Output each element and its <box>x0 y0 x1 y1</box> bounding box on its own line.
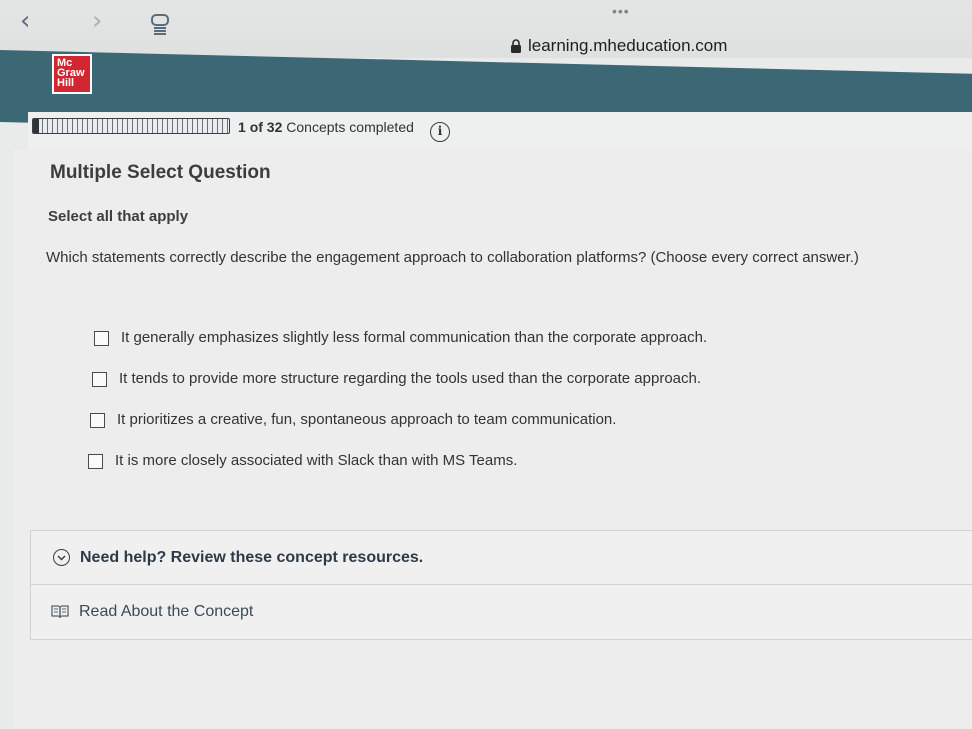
answer-option[interactable]: It tends to provide more structure regar… <box>92 369 707 389</box>
question-panel: Multiple Select Question Select all that… <box>14 150 972 729</box>
tab-overview-dots-icon[interactable]: ••• <box>612 4 630 18</box>
answer-option-label: It prioritizes a creative, fun, spontane… <box>117 411 617 428</box>
answer-option-label: It generally emphasizes slightly less fo… <box>121 329 708 346</box>
answer-option[interactable]: It prioritizes a creative, fun, spontane… <box>90 410 707 430</box>
answer-options: It generally emphasizes slightly less fo… <box>88 328 707 492</box>
progress-bar <box>32 118 230 134</box>
concept-resources-title: Need help? Review these concept resource… <box>80 548 424 566</box>
browser-toolbar: ‹ › ••• learning.mheducation.com <box>0 0 972 58</box>
concept-resources-panel: Need help? Review these concept resource… <box>30 530 972 640</box>
answer-checkbox[interactable] <box>88 453 103 469</box>
question-type-heading: Multiple Select Question <box>50 162 271 183</box>
chevron-down-icon <box>53 549 70 566</box>
read-about-concept-link[interactable]: Read About the Concept <box>51 603 253 621</box>
back-arrow-icon[interactable]: ‹ <box>20 8 30 34</box>
question-instruction: Select all that apply <box>48 208 189 225</box>
answer-checkbox[interactable] <box>92 371 107 387</box>
info-icon[interactable]: i <box>430 122 450 142</box>
question-prompt: Which statements correctly describe the … <box>46 249 859 266</box>
mcgraw-hill-logo: Mc Graw Hill <box>52 54 92 94</box>
answer-option-label: It tends to provide more structure regar… <box>119 370 702 387</box>
answer-option[interactable]: It is more closely associated with Slack… <box>88 451 707 471</box>
url-text: learning.mheducation.com <box>528 36 728 55</box>
forward-arrow-icon[interactable]: › <box>92 8 102 34</box>
progress-bar-fill <box>33 119 40 133</box>
lock-icon <box>511 39 521 53</box>
address-bar[interactable]: learning.mheducation.com <box>510 36 727 56</box>
reader-view-icon[interactable] <box>150 14 170 36</box>
read-about-concept-label: Read About the Concept <box>79 603 254 620</box>
book-icon <box>51 605 69 619</box>
answer-checkbox[interactable] <box>94 330 109 346</box>
answer-option-label: It is more closely associated with Slack… <box>115 452 518 469</box>
answer-option[interactable]: It generally emphasizes slightly less fo… <box>94 328 707 348</box>
concept-resources-toggle[interactable]: Need help? Review these concept resource… <box>31 531 972 585</box>
answer-checkbox[interactable] <box>90 412 105 428</box>
progress-text: 1 of 32 Concepts completed <box>238 119 414 135</box>
